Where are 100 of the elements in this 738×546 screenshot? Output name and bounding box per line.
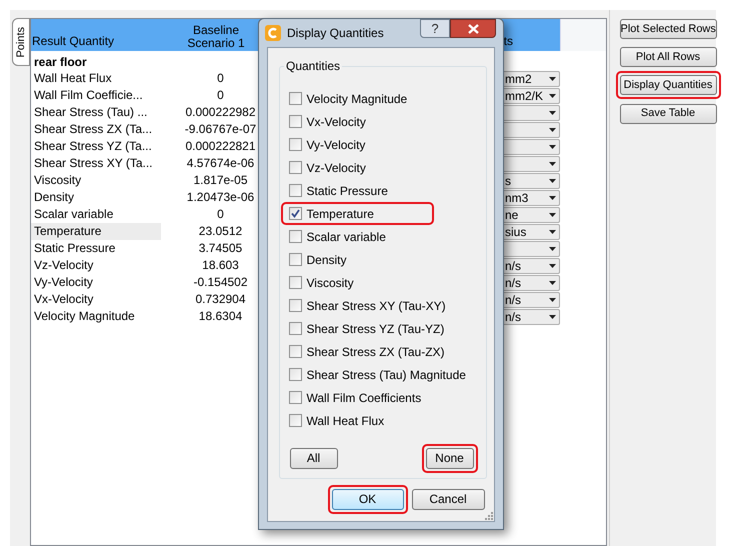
unit-dropdown[interactable]: mm2/K	[503, 88, 560, 104]
unit-dropdown[interactable]: n/s	[503, 308, 560, 324]
dropdown-arrow-icon	[549, 144, 556, 148]
checkbox[interactable]	[288, 207, 302, 220]
row-name[interactable]: Viscosity	[31, 172, 161, 189]
help-button[interactable]: ?	[420, 19, 450, 38]
dialog-button[interactable]: OK	[332, 488, 404, 510]
dropdown-arrow-icon	[549, 298, 556, 302]
row-name[interactable]: Wall Film Coefficie...	[31, 87, 161, 104]
row-name[interactable]: Static Pressure	[31, 240, 161, 257]
row-name[interactable]: Vy-Velocity	[31, 274, 161, 291]
dropdown-arrow-icon	[549, 162, 556, 166]
unit-dropdown[interactable]	[503, 156, 560, 172]
dropdown-arrow-icon	[549, 76, 556, 80]
dropdown-arrow-icon	[549, 110, 556, 114]
value-cell-text: 0	[216, 70, 225, 87]
row-name[interactable]: Vx-Velocity	[31, 291, 161, 308]
close-button[interactable]	[450, 19, 496, 38]
checkbox[interactable]	[288, 414, 302, 427]
value-cell-text: 18.6304	[198, 308, 244, 325]
points-tab[interactable]: Points	[12, 18, 30, 66]
row-name[interactable]: Shear Stress ZX (Ta...	[31, 121, 161, 138]
value-cell-text: 23.0512	[198, 223, 244, 240]
checkbox[interactable]	[288, 391, 302, 404]
checkbox[interactable]	[288, 92, 302, 105]
unit-dropdown[interactable]	[503, 122, 560, 138]
column-header[interactable]: Baseline Scenario 1	[181, 24, 251, 50]
dropdown-arrow-icon	[549, 314, 556, 318]
checkbox-label[interactable]: Shear Stress (Tau) Magnitude	[306, 366, 466, 384]
dialog-button[interactable]: All	[290, 448, 338, 468]
toolbar-button[interactable]: Plot Selected Rows	[620, 18, 716, 39]
group-label: rear floor	[34, 55, 87, 69]
unit-dropdown[interactable]	[503, 138, 560, 154]
checkbox-label[interactable]: Shear Stress ZX (Tau-ZX)	[306, 342, 445, 360]
toolbar-button[interactable]: Save Table	[620, 104, 716, 124]
checkbox[interactable]	[288, 115, 302, 128]
checkbox[interactable]	[288, 345, 302, 358]
row-name[interactable]: Velocity Magnitude	[31, 308, 161, 325]
checkbox[interactable]	[288, 184, 302, 197]
checkbox-label[interactable]: Static Pressure	[306, 182, 388, 200]
value-cell-text: 0.732904	[194, 291, 247, 308]
value-cell-text: 4.57674e-06	[186, 155, 256, 172]
checkbox-label[interactable]: Vx-Velocity	[306, 112, 366, 130]
dropdown-arrow-icon	[549, 94, 556, 98]
resize-grip-icon	[485, 512, 493, 520]
checkbox-label[interactable]: Vy-Velocity	[306, 136, 366, 154]
unit-dropdown[interactable]	[503, 240, 560, 256]
unit-dropdown[interactable]: n/s	[503, 274, 560, 290]
unit-dropdown[interactable]: mm2	[503, 70, 560, 86]
unit-dropdown[interactable]: n/s	[503, 258, 560, 274]
value-cell-text: 0.000222982	[184, 104, 257, 121]
row-name[interactable]: Temperature	[31, 223, 161, 240]
unit-dropdown[interactable]	[503, 104, 560, 120]
row-name[interactable]: Vz-Velocity	[31, 257, 161, 274]
dropdown-arrow-icon	[549, 230, 556, 234]
row-name[interactable]: Shear Stress (Tau) ...	[31, 104, 161, 121]
checkbox-label[interactable]: Density	[306, 250, 347, 268]
close-icon	[468, 24, 478, 34]
row-name[interactable]: Shear Stress YZ (Ta...	[31, 138, 161, 155]
dropdown-arrow-icon	[549, 128, 556, 132]
dialog-button[interactable]: None	[426, 448, 474, 468]
checkbox-label[interactable]: Wall Film Coefficients	[306, 388, 422, 406]
checkbox[interactable]	[288, 322, 302, 335]
checkbox[interactable]	[288, 253, 302, 266]
column-header[interactable]: Result Quantity	[32, 34, 114, 48]
toolbar-button[interactable]: Display Quantities	[620, 75, 716, 96]
dialog-button[interactable]: Cancel	[412, 488, 484, 510]
toolbar-button[interactable]: Plot All Rows	[620, 47, 716, 67]
app-logo-icon	[265, 25, 281, 41]
unit-dropdown[interactable]: s	[503, 172, 560, 188]
dropdown-arrow-icon	[549, 196, 556, 200]
checkbox-label[interactable]: Vz-Velocity	[306, 158, 366, 176]
dropdown-arrow-icon	[549, 178, 556, 182]
value-cell-text: 1.20473e-06	[186, 189, 256, 206]
value-cell-text: 1.817e-05	[192, 172, 249, 189]
unit-dropdown[interactable]: ne	[503, 206, 560, 222]
unit-dropdown[interactable]: nm3	[503, 190, 560, 206]
row-name[interactable]: Density	[31, 189, 161, 206]
dropdown-arrow-icon	[549, 280, 556, 284]
checkbox-label[interactable]: Velocity Magnitude	[306, 90, 408, 108]
value-cell-text: 0.000222821	[184, 138, 257, 155]
checkbox[interactable]	[288, 276, 302, 289]
checkbox[interactable]	[288, 161, 302, 174]
unit-dropdown[interactable]: n/s	[503, 292, 560, 308]
row-name[interactable]: Shear Stress XY (Ta...	[31, 155, 161, 172]
row-name[interactable]: Scalar variable	[31, 206, 161, 223]
checkbox[interactable]	[288, 138, 302, 151]
checkbox-label[interactable]: Shear Stress XY (Tau-XY)	[306, 296, 446, 314]
checkbox-label[interactable]: Scalar variable	[306, 228, 386, 246]
checkbox-label[interactable]: Temperature	[306, 204, 374, 222]
checkbox[interactable]	[288, 299, 302, 312]
checkbox-label[interactable]: Wall Heat Flux	[306, 412, 384, 430]
unit-dropdown[interactable]: sius	[503, 224, 560, 240]
checkbox[interactable]	[288, 368, 302, 381]
dropdown-arrow-icon	[549, 246, 556, 250]
checkbox[interactable]	[288, 230, 302, 243]
checkbox-label[interactable]: Viscosity	[306, 274, 354, 292]
column-header[interactable]: ts	[504, 32, 513, 50]
checkbox-label[interactable]: Shear Stress YZ (Tau-YZ)	[306, 320, 444, 338]
row-name[interactable]: Wall Heat Flux	[31, 70, 161, 87]
